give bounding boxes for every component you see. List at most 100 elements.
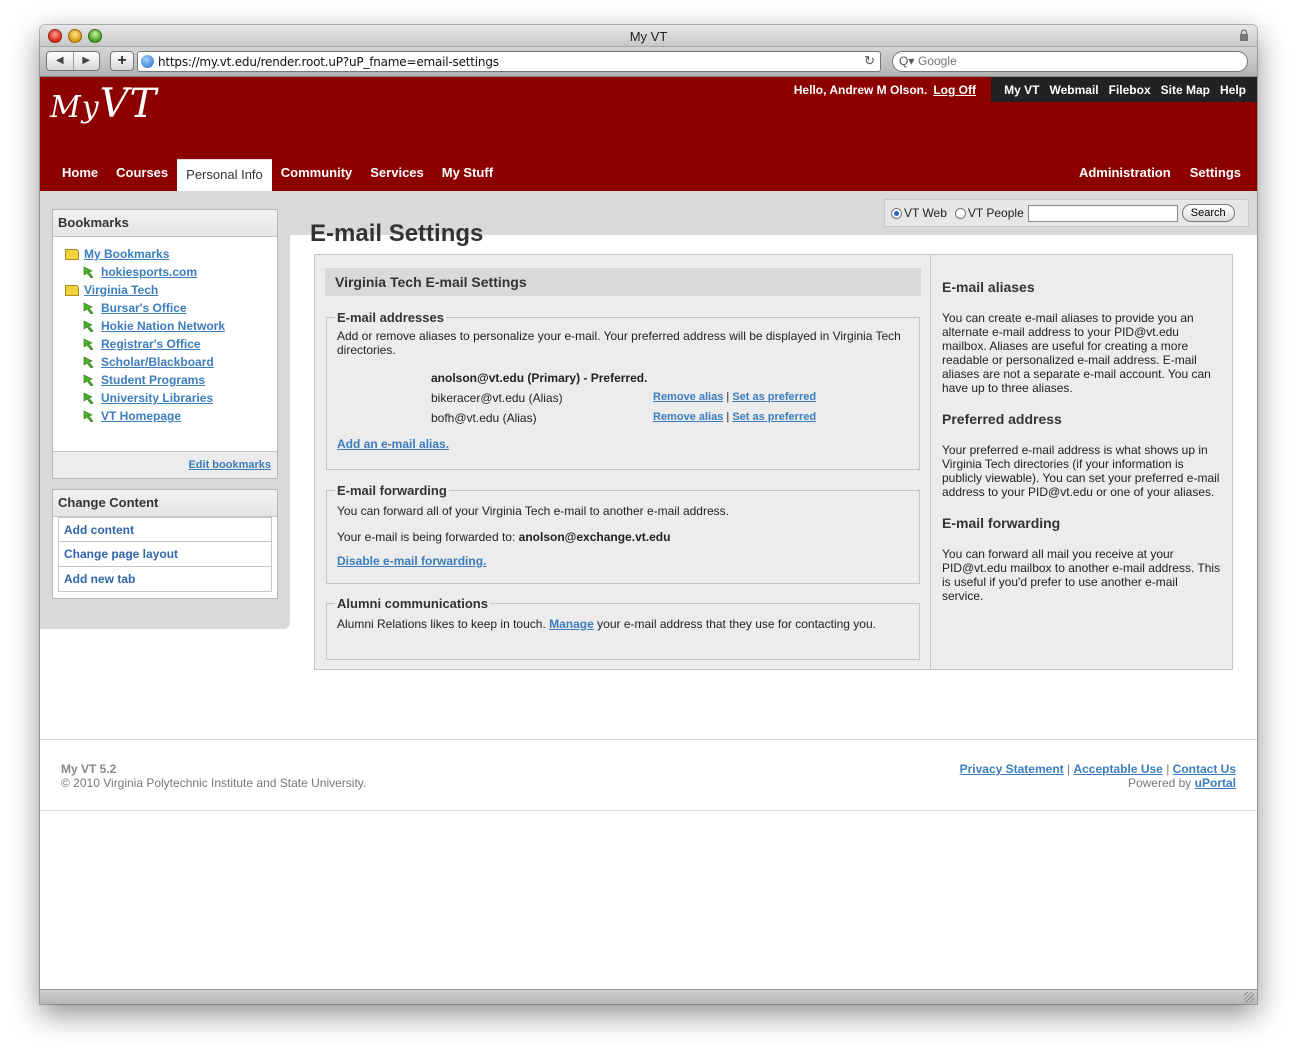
- set-preferred-link[interactable]: Set as preferred: [732, 391, 816, 403]
- email-addresses-legend: E-mail addresses: [337, 310, 444, 325]
- alias-address: bikeracer@vt.edu: [431, 391, 526, 405]
- back-icon[interactable]: ◀: [47, 52, 74, 70]
- bookmark-link[interactable]: VT Homepage: [101, 409, 181, 423]
- reload-icon[interactable]: ↻: [864, 53, 875, 69]
- link-separator: |: [726, 391, 730, 403]
- page-footer: My VT 5.2 © 2010 Virginia Polytechnic In…: [40, 739, 1257, 811]
- tab-my-stuff[interactable]: My Stuff: [433, 159, 502, 191]
- resize-grip-icon[interactable]: [1244, 992, 1254, 1002]
- browser-toolbar: ◀ ▶ + https://my.vt.edu/render.root.uP?u…: [40, 47, 1257, 77]
- forwarding-status: Your e-mail is being forwarded to: anols…: [337, 530, 909, 544]
- help-forwarding-text: You can forward all mail you receive at …: [942, 547, 1221, 603]
- help-forwarding-title: E-mail forwarding: [942, 515, 1061, 531]
- folder-virginia-tech[interactable]: Virginia Tech: [84, 283, 158, 297]
- alias-tag: (Alias): [502, 411, 537, 425]
- toplink-webmail[interactable]: Webmail: [1050, 83, 1099, 97]
- add-alias-link[interactable]: Add an e-mail alias.: [337, 437, 449, 451]
- footer-separator: |: [1166, 762, 1170, 776]
- bookmark-item: Hokie Nation Network: [65, 317, 277, 335]
- footer-left: My VT 5.2 © 2010 Virginia Polytechnic In…: [61, 762, 366, 790]
- tab-community[interactable]: Community: [272, 159, 362, 191]
- alias-address: bofh@vt.edu: [431, 411, 500, 425]
- forward-icon[interactable]: ▶: [74, 52, 100, 70]
- search-icon[interactable]: Q▾: [899, 54, 914, 68]
- tab-personal-info[interactable]: Personal Info: [177, 159, 272, 191]
- bookmark-icon: [83, 338, 94, 350]
- folder-my-bookmarks[interactable]: My Bookmarks: [84, 247, 169, 261]
- radio-vtpeople[interactable]: [954, 207, 966, 219]
- folder-icon: [65, 284, 79, 296]
- tab-home[interactable]: Home: [53, 159, 107, 191]
- portal-search-input[interactable]: [1027, 204, 1178, 222]
- myvt-logo[interactable]: MyVT: [50, 81, 157, 127]
- uportal-link[interactable]: uPortal: [1195, 776, 1236, 790]
- greeting-text: Hello, Andrew M Olson.: [793, 83, 928, 97]
- help-preferred-text: Your preferred e-mail address is what sh…: [942, 443, 1220, 499]
- bookmark-link[interactable]: Bursar's Office: [101, 301, 187, 315]
- tab-courses[interactable]: Courses: [107, 159, 177, 191]
- sidebar: Bookmarks My Bookmarks hokiesports.com V…: [40, 209, 290, 629]
- search-option-vtweb[interactable]: VT Web: [891, 206, 947, 220]
- tab-services[interactable]: Services: [361, 159, 433, 191]
- disable-forwarding-link[interactable]: Disable e-mail forwarding.: [337, 554, 486, 568]
- bookmark-link[interactable]: Student Programs: [101, 373, 205, 387]
- remove-alias-link[interactable]: Remove alias: [653, 391, 723, 403]
- bookmark-link[interactable]: Scholar/Blackboard: [101, 355, 214, 369]
- bookmark-folder: My Bookmarks: [65, 245, 277, 263]
- add-tab-link[interactable]: Add new tab: [64, 572, 135, 586]
- manage-link[interactable]: Manage: [549, 617, 594, 631]
- alias-actions: Remove alias | Set as preferred: [653, 391, 816, 403]
- contact-link[interactable]: Contact Us: [1173, 762, 1236, 776]
- search-option-vtpeople[interactable]: VT People: [954, 206, 1024, 220]
- alumni-text-after: your e-mail address that they use for co…: [597, 617, 876, 631]
- bookmarks-title: Bookmarks: [53, 210, 277, 237]
- add-bookmark-button[interactable]: +: [110, 51, 134, 71]
- toplink-myvt[interactable]: My VT: [1004, 83, 1039, 97]
- acceptable-use-link[interactable]: Acceptable Use: [1073, 762, 1162, 776]
- lock-icon: [1240, 29, 1248, 41]
- copyright: © 2010 Virginia Polytechnic Institute an…: [61, 776, 367, 790]
- bookmark-item: hokiesports.com: [65, 263, 277, 281]
- forwarding-intro: You can forward all of your Virginia Tec…: [337, 504, 729, 518]
- bookmark-link[interactable]: Registrar's Office: [101, 337, 201, 351]
- browser-search-bar[interactable]: Q▾: [892, 51, 1248, 72]
- remove-alias-link[interactable]: Remove alias: [653, 411, 723, 423]
- bookmark-item: Bursar's Office: [65, 299, 277, 317]
- forwarding-status-label: Your e-mail is being forwarded to:: [337, 530, 516, 544]
- set-preferred-link[interactable]: Set as preferred: [732, 411, 816, 423]
- footer-separator: |: [1067, 762, 1071, 776]
- toplink-filebox[interactable]: Filebox: [1109, 83, 1151, 97]
- add-content-link[interactable]: Add content: [64, 523, 134, 537]
- title-bar: My VT: [40, 25, 1257, 47]
- alias-tag: (Alias): [528, 391, 563, 405]
- edit-bookmarks-link[interactable]: Edit bookmarks: [188, 459, 271, 471]
- address-bar[interactable]: https://my.vt.edu/render.root.uP?uP_fnam…: [137, 51, 881, 72]
- privacy-link[interactable]: Privacy Statement: [960, 762, 1064, 776]
- bookmark-folder: Virginia Tech: [65, 281, 277, 299]
- bookmark-icon: [83, 266, 94, 278]
- radio-vtweb[interactable]: [891, 207, 902, 219]
- admin-tabs: Administration Settings: [1060, 159, 1241, 191]
- tab-administration[interactable]: Administration: [1060, 159, 1171, 191]
- page-title: E-mail Settings: [310, 220, 484, 247]
- alumni-fieldset: Alumni communications Alumni Relations l…: [326, 596, 920, 660]
- alias-actions: Remove alias | Set as preferred: [653, 411, 816, 423]
- bookmark-link[interactable]: University Libraries: [101, 391, 213, 405]
- footer-right: Privacy Statement | Acceptable Use | Con…: [960, 762, 1236, 790]
- change-layout-link[interactable]: Change page layout: [64, 547, 178, 561]
- bookmark-link[interactable]: hokiesports.com: [101, 265, 197, 279]
- toplink-sitemap[interactable]: Site Map: [1161, 83, 1210, 97]
- bookmark-icon: [83, 374, 94, 386]
- tab-settings[interactable]: Settings: [1171, 159, 1241, 191]
- search-button[interactable]: Search: [1181, 204, 1235, 222]
- bookmarks-footer: Edit bookmarks: [53, 451, 277, 478]
- bookmarks-box: Bookmarks My Bookmarks hokiesports.com V…: [52, 209, 278, 479]
- bookmark-item: University Libraries: [65, 389, 277, 407]
- logoff-link[interactable]: Log Off: [933, 83, 976, 97]
- version-label: My VT 5.2: [61, 762, 117, 776]
- bookmark-link[interactable]: Hokie Nation Network: [101, 319, 225, 333]
- bookmark-list: My Bookmarks hokiesports.com Virginia Te…: [53, 237, 277, 425]
- url-text[interactable]: https://my.vt.edu/render.root.uP?uP_fnam…: [158, 55, 499, 69]
- browser-search-input[interactable]: [918, 54, 1238, 68]
- toplink-help[interactable]: Help: [1220, 83, 1246, 97]
